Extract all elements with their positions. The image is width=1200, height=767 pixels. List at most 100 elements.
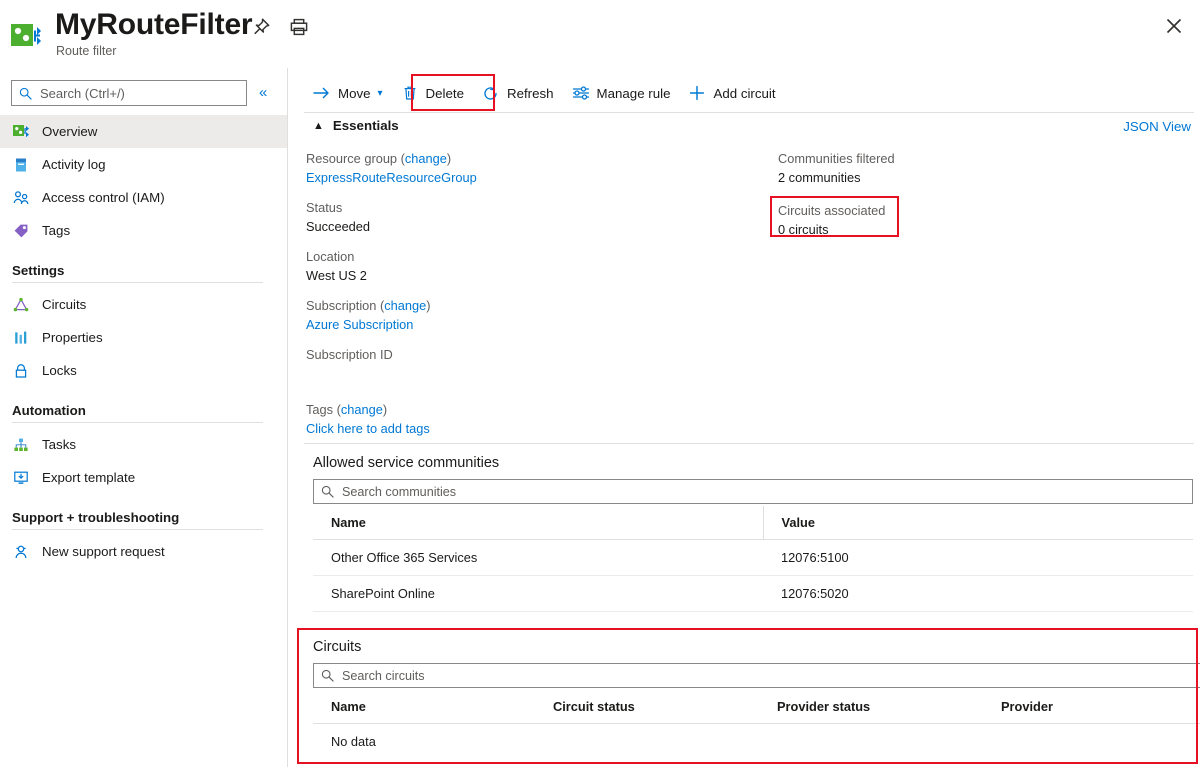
resource-group-value[interactable]: ExpressRouteResourceGroup [306, 168, 746, 187]
sidebar-item-tasks[interactable]: Tasks [0, 428, 287, 461]
sidebar-item-locks[interactable]: Locks [0, 354, 287, 387]
refresh-label: Refresh [507, 86, 554, 101]
circuits-associated-field: Circuits associated 0 circuits [778, 201, 1178, 239]
no-data-text: No data [313, 724, 535, 760]
sidebar-item-new-support-request[interactable]: New support request [0, 535, 287, 568]
move-button[interactable]: Move ▾ [304, 78, 392, 108]
table-header-row: Name Value [313, 506, 1193, 540]
column-header-provider[interactable]: Provider [983, 690, 1200, 724]
arrow-right-icon [313, 84, 331, 102]
add-circuit-label: Add circuit [713, 86, 775, 101]
sidebar-search[interactable] [11, 80, 247, 106]
page-subtitle: Route filter [56, 44, 116, 58]
page-title: MyRouteFilter [55, 8, 252, 42]
sliders-icon [572, 84, 590, 102]
collapse-sidebar-button[interactable]: « [259, 82, 267, 104]
status-value: Succeeded [306, 217, 746, 236]
sidebar-item-label: Tasks [42, 437, 76, 452]
location-label: Location [306, 247, 746, 266]
sidebar-item-tags[interactable]: Tags [0, 214, 287, 247]
cell-name: Other Office 365 Services [313, 540, 763, 576]
table-row[interactable]: SharePoint Online 12076:5020 [313, 576, 1193, 612]
communities-table: Name Value Other Office 365 Services 120… [313, 506, 1193, 612]
print-icon[interactable] [288, 16, 310, 38]
circuits-search-input[interactable] [340, 668, 1157, 684]
circuits-search[interactable] [313, 663, 1200, 688]
add-tags-link[interactable]: Click here to add tags [306, 419, 430, 438]
sidebar-item-label: Properties [42, 330, 103, 345]
blade-header: MyRouteFilter Route filter [0, 0, 1200, 68]
tags-label: Tags (change) [306, 400, 430, 419]
support-person-icon [12, 543, 30, 561]
column-header-provider-status[interactable]: Provider status [759, 690, 983, 724]
sidebar-item-access-control[interactable]: Access control (IAM) [0, 181, 287, 214]
chevron-down-icon: ▾ [378, 88, 383, 99]
tags-change-link[interactable]: change [341, 402, 383, 417]
sidebar-item-overview[interactable]: Overview [0, 115, 287, 148]
refresh-button[interactable]: Refresh [473, 78, 563, 108]
table-row[interactable]: Other Office 365 Services 12076:5100 [313, 540, 1193, 576]
close-icon [1166, 18, 1182, 34]
sidebar-item-label: Locks [42, 363, 77, 378]
tag-icon [12, 222, 30, 240]
essentials-toggle[interactable]: ▲ Essentials [313, 118, 399, 133]
communities-search-input[interactable] [340, 484, 1148, 500]
column-header-name[interactable]: Name [313, 690, 535, 724]
export-template-icon [12, 469, 30, 487]
circuits-section-title: Circuits [313, 639, 361, 655]
sidebar: « Overview [0, 68, 288, 767]
lock-icon [12, 362, 30, 380]
circuits-associated-value: 0 circuits [778, 220, 1178, 239]
command-bar: Move ▾ Delete [304, 76, 1194, 110]
resource-group-label: Resource group (change) [306, 149, 746, 168]
essentials-left-column: Resource group (change) ExpressRouteReso… [306, 149, 746, 375]
cell-value: 12076:5020 [763, 576, 1193, 612]
sidebar-item-circuits[interactable]: Circuits [0, 288, 287, 321]
sidebar-item-label: Activity log [42, 157, 106, 172]
search-icon [321, 485, 334, 498]
resource-group-change-link[interactable]: change [405, 151, 447, 166]
column-header-circuit-status[interactable]: Circuit status [535, 690, 759, 724]
delete-label: Delete [426, 86, 464, 101]
sidebar-item-label: Circuits [42, 297, 86, 312]
circuits-table: Name Circuit status Provider status Prov… [313, 690, 1200, 759]
route-filter-icon [12, 123, 30, 141]
subscription-value[interactable]: Azure Subscription [306, 315, 746, 334]
subscription-change-link[interactable]: change [384, 298, 426, 313]
essentials-right-column: Communities filtered 2 communities Circu… [778, 149, 1178, 250]
sidebar-item-activity-log[interactable]: Activity log [0, 148, 287, 181]
properties-bars-icon [12, 329, 30, 347]
location-field: Location West US 2 [306, 247, 746, 285]
column-header-name[interactable]: Name [313, 506, 763, 540]
tasks-hierarchy-icon [12, 436, 30, 454]
cell-value: 12076:5100 [763, 540, 1193, 576]
sidebar-item-export-template[interactable]: Export template [0, 461, 287, 494]
route-filter-icon [10, 20, 44, 52]
search-icon [321, 669, 334, 682]
divider [12, 422, 263, 423]
search-input[interactable] [38, 85, 218, 102]
circuit-triangle-icon [12, 296, 30, 314]
divider [12, 282, 263, 283]
sidebar-item-label: New support request [42, 544, 165, 559]
add-circuit-button[interactable]: Add circuit [679, 78, 784, 108]
empty-cell [759, 724, 983, 760]
manage-rule-button[interactable]: Manage rule [563, 78, 680, 108]
sidebar-group-support-label: Support + troubleshooting [0, 510, 287, 529]
divider [304, 443, 1194, 444]
pin-icon[interactable] [250, 16, 272, 38]
close-button[interactable] [1158, 10, 1190, 42]
sidebar-item-properties[interactable]: Properties [0, 321, 287, 354]
communities-search[interactable] [313, 479, 1193, 504]
column-header-value[interactable]: Value [763, 506, 1193, 540]
azure-portal-blade: MyRouteFilter Route filter [0, 0, 1200, 767]
subscription-id-label: Subscription ID [306, 345, 746, 364]
sidebar-item-label: Overview [42, 124, 97, 139]
sidebar-nav: Overview Activity log [0, 115, 287, 568]
communities-filtered-value: 2 communities [778, 168, 1178, 187]
delete-button[interactable]: Delete [392, 78, 473, 108]
activity-log-icon [12, 156, 30, 174]
json-view-link[interactable]: JSON View [1123, 119, 1191, 134]
status-label: Status [306, 198, 746, 217]
plus-icon [688, 84, 706, 102]
